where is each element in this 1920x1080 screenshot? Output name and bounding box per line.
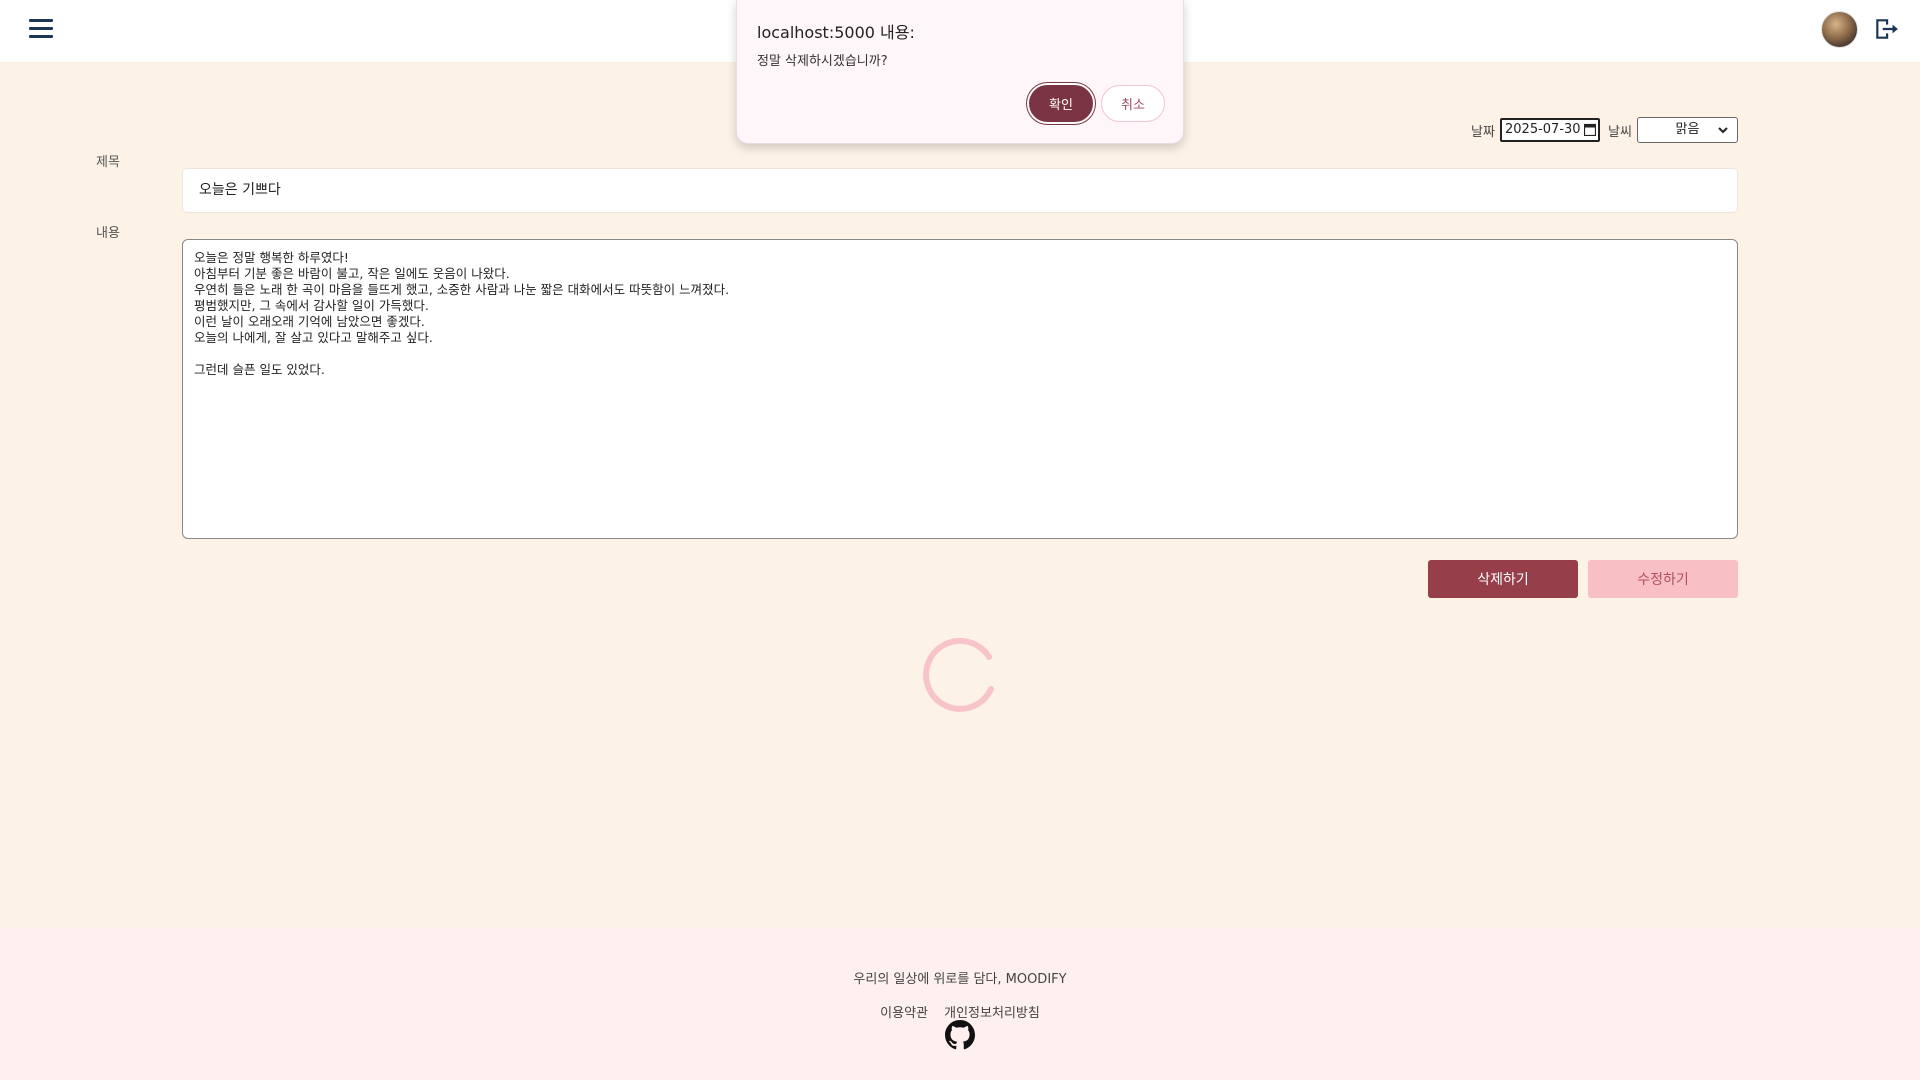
confirm-dialog: localhost:5000 내용: 정말 삭제하시겠습니까? 확인 취소: [736, 0, 1184, 144]
edit-button[interactable]: 수정하기: [1588, 560, 1738, 598]
loading-spinner-icon: [923, 637, 994, 712]
terms-link[interactable]: 이용약관: [880, 1006, 928, 1021]
footer-slogan: 우리의 일상에 위로를 담다, MOODIFY: [853, 972, 1067, 987]
dialog-title: localhost:5000 내용:: [757, 23, 915, 42]
weather-label: 날씨: [1608, 125, 1632, 140]
chevron-down-icon: [1718, 127, 1728, 134]
confirm-ok-button[interactable]: 확인: [1029, 85, 1093, 122]
github-icon[interactable]: [945, 1020, 975, 1050]
title-label: 제목: [96, 155, 120, 170]
delete-button[interactable]: 삭제하기: [1428, 560, 1578, 598]
user-avatar[interactable]: [1821, 11, 1858, 48]
calendar-icon[interactable]: [1584, 123, 1596, 136]
date-label: 날짜: [1471, 125, 1495, 140]
weather-value: 맑음: [1675, 122, 1700, 137]
hamburger-menu-icon[interactable]: [29, 19, 53, 39]
confirm-cancel-button[interactable]: 취소: [1101, 85, 1165, 122]
footer-links: 이용약관 개인정보처리방침: [0, 1002, 1920, 1021]
dialog-message: 정말 삭제하시겠습니까?: [757, 54, 888, 69]
privacy-link[interactable]: 개인정보처리방침: [944, 1006, 1040, 1021]
title-input[interactable]: 오늘은 기쁘다: [182, 168, 1738, 213]
footer: 우리의 일상에 위로를 담다, MOODIFY 이용약관 개인정보처리방침: [0, 928, 1920, 1080]
content-textarea[interactable]: 오늘은 정말 행복한 하루였다! 아침부터 기분 좋은 바람이 불고, 작은 일…: [182, 239, 1738, 539]
logout-icon[interactable]: [1873, 16, 1899, 42]
content-label: 내용: [96, 226, 120, 241]
